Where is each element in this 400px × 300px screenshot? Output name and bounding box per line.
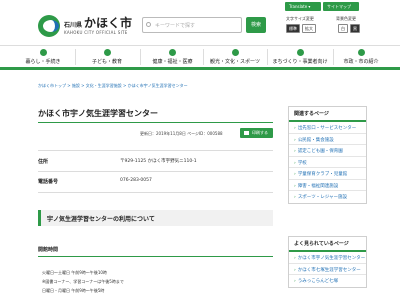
translate-button[interactable]: Translate ▾ [285,2,321,11]
bg-white-button[interactable]: 白 [338,24,348,33]
popular-link[interactable]: › かほく市七塚生涯学習センター [289,264,366,275]
row-divider [38,192,273,193]
search-icon [146,22,151,27]
font-size-large-button[interactable]: 拡大 [302,24,316,33]
nav-item-children[interactable]: 子ども・教育 [82,46,132,67]
related-link[interactable]: › スポーツ・レジャー施設 [289,191,366,203]
related-pages-heading: 関連するページ [289,107,366,122]
city-logo[interactable]: 石川県 かほく市 [64,14,132,31]
phone-label: 電話番号 [38,179,59,185]
nav-item-health[interactable]: 健康・福祉・医療 [145,46,200,67]
usage-section-heading: 宇ノ気生涯学習センターの利用について [38,210,273,226]
related-link[interactable]: › 学童保育クラブ・児童館 [289,168,366,180]
logo-city-name: かほく市 [84,16,133,30]
living-icon [39,49,47,56]
children-icon [103,49,111,56]
address-label: 住所 [38,159,49,165]
popular-link[interactable]: › うみっこらんど七塚 [289,275,366,287]
opening-hours-heading: 開館時間 [38,247,59,253]
logo-subtitle: KAHOKU CITY OFFICIAL SITE [64,30,128,35]
related-link[interactable]: › 認定こども園・保育園 [289,145,366,157]
nav-item-tourism[interactable]: 観光・文化・スポーツ [205,46,265,67]
address-value: 〒929-1125 かほく市宇野気ニ110-1 [120,159,197,164]
related-pages-box: 関連するページ › 出先窓口・サービスセンター › 公民館・集会施設 › 認定こども園… [288,106,367,204]
hours-line: 日曜日・月曜日 午前9時～午後5時 [42,288,105,293]
global-nav: 暮らし・手続き 子ども・教育 健康・福祉・医療 観光・文化・スポーツ まちづくり… [0,45,400,70]
hours-line: ※図書コーナー、学習コーナーは午後5時まで [42,279,124,284]
logo-prefecture: 石川県 [64,22,83,29]
popular-pages-heading: よく見られているページ [289,237,366,252]
page-title: かほく市宇ノ気生涯学習センター [38,109,158,118]
nav-divider [203,49,204,65]
hours-line: 火曜日～土曜日 午前9時～午後10時 [42,270,107,275]
phone-value: 076-283-0057 [120,178,152,183]
bg-color-label: 背景色変更 [336,16,356,21]
bg-black-button[interactable]: 黒 [350,24,360,33]
related-link[interactable]: › 公民館・集会施設 [289,134,366,145]
row-divider [38,150,273,151]
nav-divider [75,49,76,65]
search-button[interactable]: 検索 [246,17,266,33]
related-link[interactable]: › 出先窓口・サービスセンター [289,122,366,134]
breadcrumb[interactable]: かほく市トップ > 施設 > 文化・生涯学習施設 > かほく市宇ノ気生涯学習セン… [38,83,188,89]
city-admin-icon [357,49,365,56]
popular-link[interactable]: › かほく市宇ノ気生涯学習センター [289,252,366,264]
printer-icon [244,131,249,135]
row-divider [38,171,273,172]
popular-pages-box: よく見られているページ › かほく市宇ノ気生涯学習センター › かほく市七塚生涯学習… [288,236,367,288]
business-icon [296,49,304,56]
related-link[interactable]: › 学校 [289,157,366,168]
nav-item-living[interactable]: 暮らし・手続き [18,46,68,67]
tourism-icon [231,49,239,56]
nav-divider [140,49,141,65]
subheading-divider [38,256,273,257]
nav-item-city-admin[interactable]: 市政・市の紹介 [336,46,386,67]
font-size-label: 文字サイズ変更 [286,16,314,21]
nav-divider [333,49,334,65]
update-info: 更新日：2019年11月8日 ページID：000588 [140,131,223,136]
health-icon [169,49,176,56]
related-link[interactable]: › 障害・福祉関連施設 [289,180,366,191]
title-divider [38,122,273,123]
city-logo-mark[interactable] [38,15,60,37]
sitemap-button[interactable]: サイトマップ [323,2,359,11]
font-size-standard-button[interactable]: 標準 [286,24,300,33]
search-input[interactable]: キーワードで探す [142,17,242,33]
nav-item-business[interactable]: まちづくり・事業者向け [268,46,332,67]
